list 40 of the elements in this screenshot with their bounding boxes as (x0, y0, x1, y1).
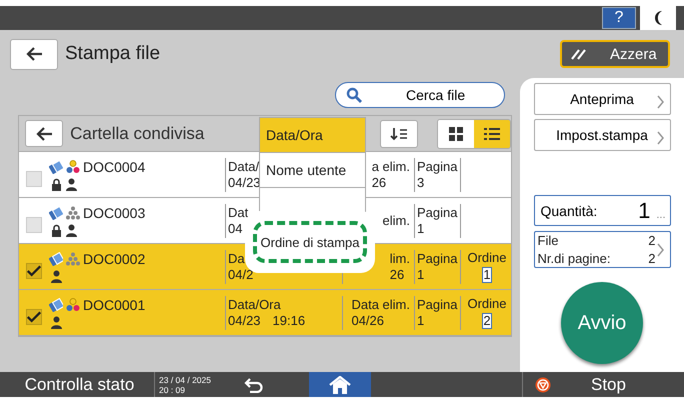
date-label: Da (228, 250, 245, 266)
file-name: DOC0004 (83, 158, 146, 174)
date-label: Dat (228, 204, 248, 220)
deletion-date-label: Data elim. (351, 296, 410, 312)
pages-label: Pagina (417, 250, 458, 266)
file-name: DOC0002 (83, 250, 146, 266)
pages-label: Pagina (417, 158, 458, 174)
pages-label: Pagina (417, 296, 458, 312)
deletion-date-label: lim. (390, 250, 410, 266)
pages-value: 1 (417, 266, 426, 282)
time-text: 20 : 09 (159, 384, 186, 394)
deletion-date-value: 26 (372, 174, 386, 190)
pages-label: Pagina (417, 204, 458, 220)
files-label: File (538, 233, 560, 248)
date-value: 04 (228, 220, 242, 236)
order-number: 2 (482, 313, 492, 329)
date-value: 04/23 (228, 312, 261, 328)
date-label: Data/ (228, 158, 260, 174)
date-value: 04/23 (228, 174, 261, 190)
time-value: 19:16 (272, 312, 306, 328)
folder-title: Cartella condivisa (70, 124, 206, 144)
pages-count: 2 (648, 250, 656, 266)
date-text: 23 / 04 / 2025 (159, 374, 212, 384)
files-count: 2 (648, 233, 656, 248)
order-label: Ordine (467, 296, 507, 312)
pages-value: 1 (417, 312, 426, 328)
order-number: 1 (482, 267, 492, 283)
date-label: Data/Ora (228, 296, 281, 312)
order-label: Ordine (467, 250, 507, 266)
deletion-date-label: elim. (382, 212, 410, 228)
pages-label: Nr.di pagine: (538, 250, 612, 266)
file-name: DOC0003 (83, 204, 146, 220)
pages-value: 3 (417, 174, 426, 190)
date-value: 04/2 (228, 266, 254, 282)
pages-value: 1 (417, 220, 426, 236)
screen-title: Stampa file (65, 43, 162, 65)
file-name: DOC0001 (83, 296, 146, 312)
deletion-date-label: a elim. (372, 158, 410, 174)
deletion-date-value: 04/26 (351, 312, 384, 328)
deletion-date-value: 26 (390, 266, 404, 282)
